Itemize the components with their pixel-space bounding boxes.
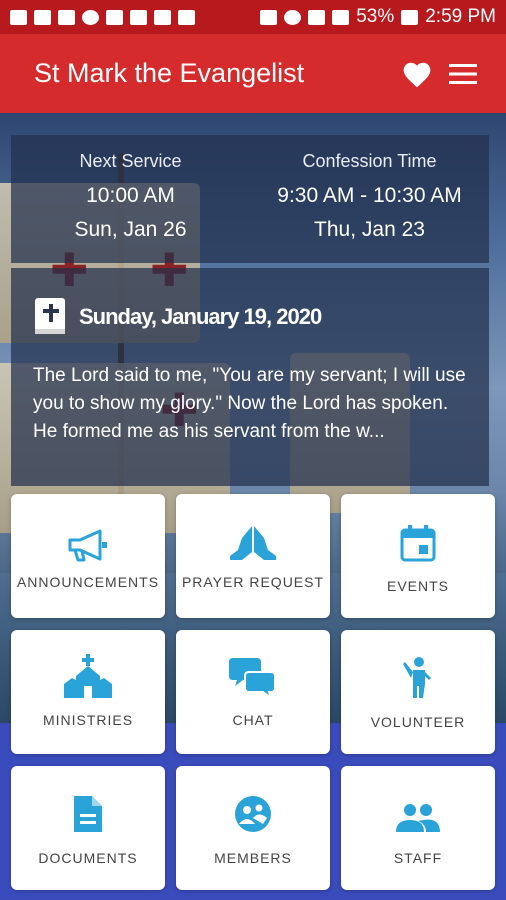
system-icons: 53% 2:59 PM (260, 6, 496, 28)
staff-tile[interactable]: STAFF (341, 766, 495, 890)
calendar-icon (400, 525, 436, 562)
next-service-label: Next Service (79, 151, 182, 171)
menu-button[interactable] (440, 51, 486, 97)
reading-text: The Lord said to me, "You are my servant… (33, 365, 466, 442)
wifi-icon (308, 9, 326, 25)
bible-icon (35, 298, 65, 334)
prayer-request-label: PRAYER REQUEST (181, 574, 325, 590)
reading-date: Sunday, January 19, 2020 (79, 304, 322, 329)
mail-icon (130, 9, 147, 25)
document-icon (74, 796, 102, 832)
confession-time-range: 9:30 AM - 10:30 AM (277, 184, 462, 207)
battery-level: 53% (356, 6, 395, 27)
ministries-label: MINISTRIES (42, 712, 134, 728)
events-tile[interactable]: EVENTS (341, 494, 495, 618)
chat-icon (229, 658, 276, 698)
megaphone-icon (68, 529, 107, 562)
members-icon (235, 796, 271, 832)
confession-time-label: Confession Time (302, 151, 437, 171)
heart-icon (403, 62, 431, 87)
next-service-date: Sun, Jan 26 (74, 218, 187, 241)
announcements-label: ANNOUNCEMENTS (16, 574, 160, 590)
alarm-icon (284, 9, 302, 25)
mute-icon (260, 9, 278, 25)
message-icon (10, 9, 27, 25)
battery-icon (401, 9, 419, 25)
service-times-panel: Next Service 10:00 AM Sun, Jan 26 Confes… (11, 135, 489, 263)
events-label: EVENTS (386, 578, 449, 594)
daily-reading-panel[interactable]: Sunday, January 19, 2020 The Lord said t… (11, 268, 489, 486)
chat-tile[interactable]: CHAT (176, 630, 330, 754)
app-bar: St Mark the Evangelist (0, 34, 506, 113)
documents-label: DOCUMENTS (38, 850, 138, 866)
staff-icon (396, 804, 440, 832)
chat-label: CHAT (232, 712, 274, 728)
prayer-request-tile[interactable]: PRAYER REQUEST (176, 494, 330, 618)
members-tile[interactable]: MEMBERS (176, 766, 330, 890)
facebook-icon (34, 9, 51, 25)
confession-date: Thu, Jan 23 (314, 218, 425, 241)
clock: 2:59 PM (425, 6, 496, 27)
record-icon (82, 9, 99, 25)
signal-icon (332, 9, 350, 25)
favorite-button[interactable] (394, 51, 440, 97)
confession-time: Confession Time 9:30 AM - 10:30 AM Thu, … (250, 135, 489, 263)
staff-label: STAFF (393, 850, 443, 866)
image-icon (178, 9, 195, 25)
app-title: St Mark the Evangelist (34, 58, 305, 88)
announcements-tile[interactable]: ANNOUNCEMENTS (11, 494, 165, 618)
voicemail-icon (58, 9, 75, 25)
next-service-time: 10:00 AM (86, 184, 175, 207)
reading-header: Sunday, January 19, 2020 (33, 296, 467, 338)
status-bar: 53% 2:59 PM (0, 0, 506, 34)
notification-icons (10, 9, 195, 25)
menu-icon (449, 63, 477, 84)
ministries-tile[interactable]: MINISTRIES (11, 630, 165, 754)
documents-tile[interactable]: DOCUMENTS (11, 766, 165, 890)
volunteer-icon (403, 657, 431, 698)
praying-hands-icon (230, 526, 276, 560)
volunteer-label: VOLUNTEER (370, 714, 466, 730)
members-label: MEMBERS (214, 850, 292, 866)
volunteer-tile[interactable]: VOLUNTEER (341, 630, 495, 754)
sync-icon (106, 9, 123, 25)
next-service: Next Service 10:00 AM Sun, Jan 26 (11, 135, 250, 263)
mail-icon (154, 9, 171, 25)
church-icon (64, 654, 112, 698)
